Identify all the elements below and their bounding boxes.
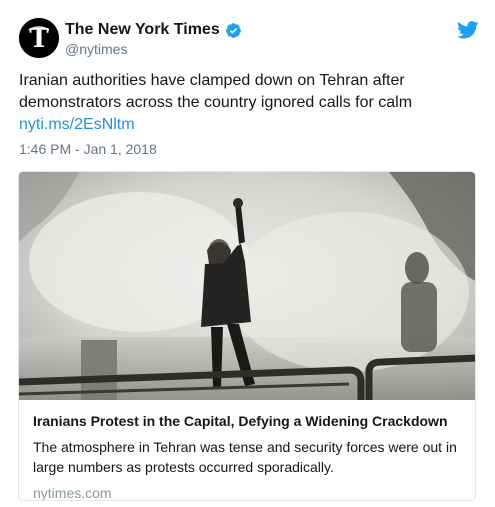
card-image[interactable] [19, 172, 475, 400]
card-content: Iranians Protest in the Capital, Defying… [19, 400, 475, 501]
nyt-logo-icon: T [19, 18, 59, 58]
card-domain: nytimes.com [33, 485, 112, 501]
twitter-bird-icon[interactable] [457, 21, 479, 39]
avatar[interactable]: T [19, 18, 59, 58]
tweet-text-content: Iranian authorities have clamped down on… [19, 72, 413, 111]
author-handle[interactable]: @nytimes [65, 40, 242, 58]
tweet-header: T The New York Times @nytimes [19, 18, 479, 62]
embedded-tweet: T The New York Times @nytimes Iranian au… [0, 0, 495, 507]
verified-badge-icon [225, 22, 241, 38]
display-name-text: The New York Times [65, 21, 220, 38]
tweet-link[interactable]: nyti.ms/2EsNltm [19, 114, 479, 136]
tweet-text: Iranian authorities have clamped down on… [19, 70, 479, 136]
card-description: The atmosphere in Tehran was tense and s… [33, 439, 457, 475]
card-title: Iranians Protest in the Capital, Defying… [33, 413, 448, 429]
author-names: The New York Times @nytimes [65, 20, 242, 58]
protest-photo [19, 172, 475, 400]
author-display-name[interactable]: The New York Times [65, 20, 242, 40]
tweet-timestamp[interactable]: 1:46 PM - Jan 1, 2018 [19, 141, 157, 157]
link-card[interactable]: Iranians Protest in the Capital, Defying… [18, 171, 476, 501]
